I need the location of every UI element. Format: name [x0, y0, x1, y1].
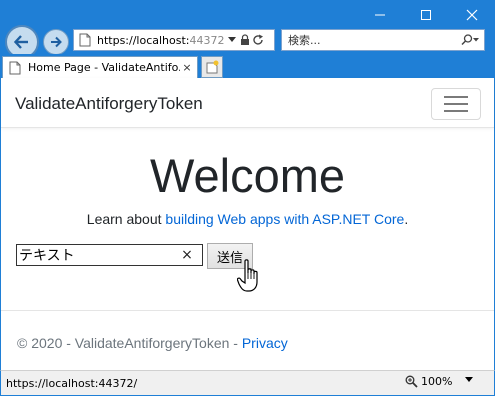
footer-text: © 2020 - ValidateAntiforgeryToken - Priv… — [17, 335, 288, 351]
clear-input-button[interactable]: × — [177, 247, 197, 263]
search-bar[interactable]: 検索... — [281, 29, 485, 51]
footer-copyright: © 2020 - ValidateAntiforgeryToken - — [17, 335, 242, 351]
new-tab-button[interactable] — [201, 56, 223, 78]
hamburger-icon — [444, 110, 468, 112]
maximize-icon — [421, 10, 431, 20]
lock-icon — [240, 34, 249, 45]
refresh-button[interactable] — [251, 32, 264, 48]
page-title: Welcome — [149, 149, 346, 202]
text-field[interactable]: × — [16, 244, 203, 266]
page-icon — [77, 32, 93, 48]
dropdown-icon[interactable] — [465, 377, 473, 383]
site-footer: © 2020 - ValidateAntiforgeryToken - Priv… — [1, 310, 494, 370]
minimize-icon — [375, 14, 385, 16]
search-icon — [461, 34, 479, 46]
navbar-toggle-button[interactable] — [431, 88, 481, 120]
web-page: ValidateAntiforgeryToken Welcome Learn a… — [0, 78, 495, 370]
learn-link[interactable]: building Web apps with ASP.NET Core — [165, 211, 404, 227]
submit-button[interactable]: 送信 — [207, 243, 253, 269]
dropdown-icon — [227, 37, 236, 42]
refresh-icon — [252, 34, 263, 45]
site-navbar: ValidateAntiforgeryToken — [1, 78, 494, 128]
site-brand-link[interactable]: ValidateAntiforgeryToken — [15, 94, 203, 114]
forward-button[interactable] — [43, 29, 69, 55]
tab-close-button[interactable]: × — [180, 61, 194, 74]
learn-about-text: Learn about building Web apps with ASP.N… — [1, 211, 494, 227]
hamburger-icon — [444, 103, 468, 105]
address-lock-button[interactable] — [238, 32, 251, 48]
text-input[interactable] — [17, 245, 177, 265]
learn-suffix: . — [404, 211, 409, 227]
tab-home-page[interactable]: Home Page - ValidateAntifo... × — [2, 56, 198, 78]
minimize-button[interactable] — [357, 0, 403, 30]
address-url-host: https://localhost: — [97, 33, 190, 47]
address-bar[interactable]: https://localhost:44372 — [73, 29, 275, 51]
address-url-port: 44372 — [189, 33, 225, 47]
status-url: https://localhost:44372/ — [6, 377, 138, 390]
browser-toolbar: https://localhost:44372 検索... — [0, 0, 495, 59]
tab-strip: Home Page - ValidateAntifo... × — [0, 54, 495, 78]
zoom-control[interactable]: 100% — [405, 375, 452, 388]
back-arrow-icon — [13, 35, 28, 49]
zoom-icon — [405, 375, 418, 388]
page-icon — [7, 60, 23, 76]
learn-prefix: Learn about — [86, 211, 166, 227]
search-button[interactable] — [456, 34, 484, 46]
tab-title: Home Page - ValidateAntifo... — [28, 61, 180, 74]
maximize-button[interactable] — [403, 0, 449, 30]
status-bar: https://localhost:44372/ 100% — [0, 370, 495, 396]
close-icon — [466, 9, 478, 21]
forward-arrow-icon — [51, 36, 62, 48]
zoom-level: 100% — [421, 375, 453, 388]
close-window-button[interactable] — [449, 0, 495, 30]
privacy-link[interactable]: Privacy — [242, 335, 288, 351]
new-tab-icon — [206, 60, 219, 74]
hamburger-icon — [444, 96, 468, 98]
search-input[interactable]: 検索... — [288, 32, 456, 48]
address-dropdown-button[interactable] — [225, 32, 238, 48]
address-url[interactable]: https://localhost:44372 — [97, 34, 225, 47]
